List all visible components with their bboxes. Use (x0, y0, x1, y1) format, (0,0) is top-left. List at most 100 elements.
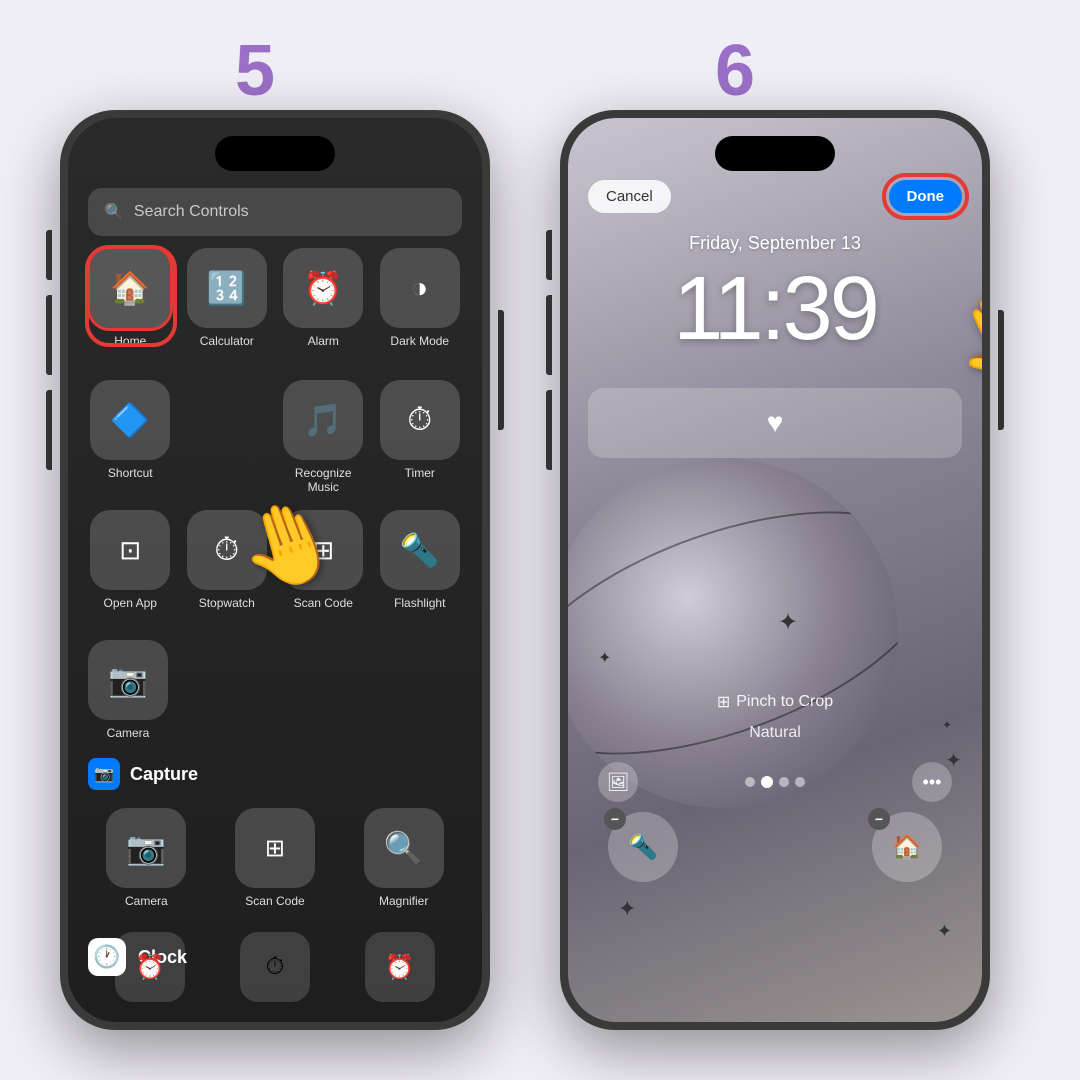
capture-camera-label: Camera (125, 894, 168, 908)
filter-dot-4[interactable] (795, 777, 805, 787)
controls-row2: 🔷 Shortcut 🎵 RecognizeMusic ⏱ Timer (88, 380, 462, 494)
bottom-icon-2[interactable]: ⏱ (240, 932, 310, 1002)
flashlight-lock-btn[interactable]: − 🔦 (608, 812, 678, 882)
filter-dot-1[interactable] (745, 777, 755, 787)
lock-time: 11:39 (568, 258, 982, 361)
shortcut-label: Shortcut (108, 466, 153, 480)
filter-bar-photo-icon[interactable]: 🖼 (598, 762, 638, 802)
control-shortcut[interactable]: 🔷 Shortcut (88, 380, 173, 494)
filter-bar-more-icon[interactable]: ••• (912, 762, 952, 802)
phone-right-content: Cancel Done Friday, September 13 11:39 ♥… (568, 118, 982, 1022)
capture-camera[interactable]: 📷 Camera (88, 808, 205, 908)
filter-dots (745, 776, 805, 788)
dynamic-island-left (215, 136, 335, 171)
mute-button[interactable] (46, 230, 52, 280)
sparkle-bottom-1: ✦ (618, 896, 636, 922)
control-alarm[interactable]: ⏰ Alarm (281, 248, 366, 348)
step-number-5: 5 (235, 30, 275, 112)
capture-scan-code[interactable]: ⊞ Scan Code (217, 808, 334, 908)
natural-label: Natural (568, 724, 982, 742)
flashlight-lock-icon: 🔦 (628, 833, 658, 862)
volume-down-button[interactable] (46, 390, 52, 470)
phone-right-frame: Cancel Done Friday, September 13 11:39 ♥… (560, 110, 990, 1030)
capture-section-title: Capture (130, 764, 198, 785)
scan-code-label: Scan Code (294, 596, 353, 610)
alarm-icon-box[interactable]: ⏰ (283, 248, 363, 328)
darkmode-icon-box[interactable]: ◑ (380, 248, 460, 328)
filter-dot-2[interactable] (761, 776, 773, 788)
capture-magnifier-icon[interactable]: 🔍 (364, 808, 444, 888)
control-flashlight[interactable]: 🔦 Flashlight (378, 510, 463, 610)
capture-section-header: 📷 Capture (88, 758, 198, 790)
home-lock-btn[interactable]: − 🏠 (872, 812, 942, 882)
control-darkmode[interactable]: ◑ Dark Mode (378, 248, 463, 348)
pinch-to-crop-label: ⊞ Pinch to Crop (568, 692, 982, 712)
planet-graphic (568, 458, 898, 808)
bottom-icon-1[interactable]: ⏰ (115, 932, 185, 1002)
capture-magnifier-label: Magnifier (379, 894, 428, 908)
volume-up-button[interactable] (46, 295, 52, 375)
bottom-icon-3[interactable]: ⏰ (365, 932, 435, 1002)
capture-items-grid: 📷 Camera ⊞ Scan Code 🔍 Magnifier (88, 808, 462, 908)
planet-ring (568, 462, 898, 804)
control-recognize-music[interactable]: 🎵 RecognizeMusic (281, 380, 366, 494)
home-label: Home (114, 334, 146, 348)
capture-scan-icon[interactable]: ⊞ (235, 808, 315, 888)
capture-section-icon: 📷 (88, 758, 120, 790)
camera-single-icon-box[interactable]: 📷 (88, 640, 168, 720)
control-open-app[interactable]: ⊡ Open App (88, 510, 173, 610)
timer-label: Timer (405, 466, 435, 480)
right-mute-button[interactable] (546, 230, 552, 280)
control-camera-single[interactable]: 📷 Camera (88, 640, 168, 740)
home-icon-box[interactable]: 🏠 (90, 248, 170, 328)
control-home[interactable]: 🏠 Home (88, 248, 173, 348)
heart-icon: ♥ (767, 407, 784, 439)
capture-magnifier[interactable]: 🔍 Magnifier (345, 808, 462, 908)
recognize-music-icon-box[interactable]: 🎵 (283, 380, 363, 460)
lock-widget: ♥ (588, 388, 962, 458)
calculator-label: Calculator (200, 334, 254, 348)
search-bar[interactable]: 🔍 Search Controls (88, 188, 462, 236)
alarm-label: Alarm (308, 334, 339, 348)
home-lock-icon: 🏠 (892, 833, 922, 862)
shortcut-icon-box[interactable]: 🔷 (90, 380, 170, 460)
power-button[interactable] (498, 310, 504, 430)
right-volume-up[interactable] (546, 295, 552, 375)
search-controls-text: Search Controls (134, 203, 249, 221)
minus-badge-left: − (604, 808, 626, 830)
lock-date: Friday, September 13 (568, 233, 982, 254)
minus-badge-right: − (868, 808, 890, 830)
phone-left-frame: 🔍 Search Controls 🏠 Home 🔢 Calculator ⏰ … (60, 110, 490, 1030)
right-volume-down[interactable] (546, 390, 552, 470)
lock-top-bar: Cancel Done (568, 180, 982, 213)
phone-left: 🔍 Search Controls 🏠 Home 🔢 Calculator ⏰ … (60, 110, 490, 1030)
capture-camera-icon[interactable]: 📷 (106, 808, 186, 888)
dynamic-island-right (715, 136, 835, 171)
cancel-button[interactable]: Cancel (588, 180, 671, 213)
calculator-icon-box[interactable]: 🔢 (187, 248, 267, 328)
search-icon: 🔍 (104, 202, 124, 222)
flashlight-label: Flashlight (394, 596, 445, 610)
sparkle-bottom-2: ✦ (937, 921, 952, 942)
open-app-icon-box[interactable]: ⊡ (90, 510, 170, 590)
controls-grid-row1: 🏠 Home 🔢 Calculator ⏰ Alarm ◑ Dark Mode (88, 248, 462, 348)
sparkle-2: ✦ (778, 608, 798, 637)
timer-icon-box[interactable]: ⏱ (380, 380, 460, 460)
sparkle-1: ✦ (598, 648, 611, 668)
crop-icon: ⊞ (717, 692, 730, 712)
bottom-icons-row: ⏰ ⏱ ⏰ (88, 932, 462, 1002)
flashlight-icon-box[interactable]: 🔦 (380, 510, 460, 590)
right-power-button[interactable] (998, 310, 1004, 430)
done-button[interactable]: Done (889, 180, 963, 213)
camera-single-label: Camera (107, 726, 150, 740)
filter-dot-3[interactable] (779, 777, 789, 787)
control-calculator[interactable]: 🔢 Calculator (185, 248, 270, 348)
capture-scan-label: Scan Code (245, 894, 304, 908)
control-timer[interactable]: ⏱ Timer (378, 380, 463, 494)
step-number-6: 6 (715, 30, 755, 112)
lock-bottom-controls: − 🔦 − 🏠 (568, 812, 982, 882)
phone-left-content: 🔍 Search Controls 🏠 Home 🔢 Calculator ⏰ … (68, 118, 482, 1022)
open-app-label: Open App (104, 596, 157, 610)
filter-bar: 🖼 ••• (568, 762, 982, 802)
phone-right: Cancel Done Friday, September 13 11:39 ♥… (560, 110, 990, 1030)
